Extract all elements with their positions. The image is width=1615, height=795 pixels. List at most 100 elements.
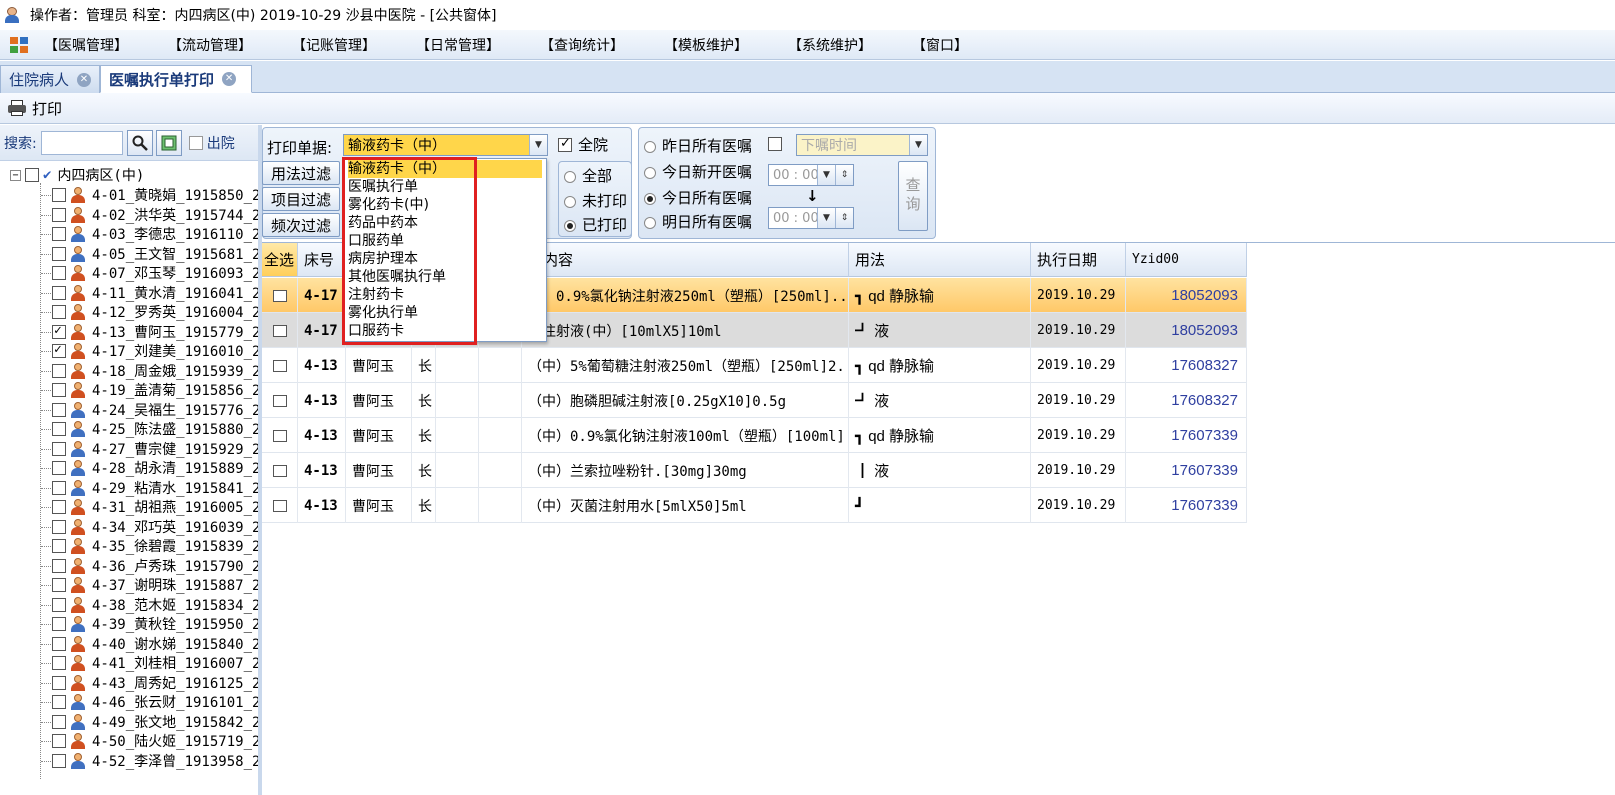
patient-checkbox[interactable] [52,402,66,417]
spin-icon[interactable]: ⇕ [835,208,853,228]
col-select-all[interactable]: 全选 [262,243,298,277]
menu-grid-icon[interactable] [10,36,28,53]
row-select[interactable] [262,453,298,488]
patient-checkbox[interactable] [52,422,66,436]
tree-patient-item[interactable]: 4-50_陆火姬_1915719_20 [52,731,258,751]
chevron-down-icon[interactable]: ▼ [817,165,835,185]
tree-patient-item[interactable]: 4-07_邓玉琴_1916093_20 [52,263,258,283]
table-row[interactable]: 4-13 曹阿玉长 （中）5%葡萄糖注射液250ml（塑瓶）[250ml]2... ┓… [262,348,1247,383]
patient-checkbox[interactable] [52,441,66,456]
tree-patient-item[interactable]: 4-39_黄秋铨_1915950_20 [52,614,258,634]
usage-filter-button[interactable]: 用法过滤 [262,161,340,185]
tree-patient-item[interactable]: 4-28_胡永清_1915889_20 [52,458,258,478]
tree-patient-item[interactable]: 4-03_李德忠_1916110_20 [52,224,258,244]
date-today-new[interactable]: 今日新开医嘱 [644,161,752,182]
tree-patient-item[interactable]: 4-25_陈法盛_1915880_20 [52,419,258,439]
menu-daily[interactable]: 【日常管理】 [416,35,500,55]
table-row[interactable]: 4-13 曹阿玉长 （中）0.9%氯化钠注射液100ml（塑瓶）[100ml]...… [262,418,1247,453]
row-select[interactable] [262,313,298,348]
whole-hospital-checkbox[interactable] [558,136,572,152]
tree-patient-item[interactable]: 4-12_罗秀英_1916004_20 [52,302,258,322]
patient-checkbox[interactable] [52,558,66,573]
tree-patient-item[interactable]: 4-36_卢秀珠_1915790_20 [52,556,258,576]
patient-checkbox[interactable] [52,305,66,319]
chevron-down-icon[interactable]: ▼ [909,135,927,155]
tree-patient-item[interactable]: 4-37_谢明珠_1915887_20 [52,575,258,595]
menu-window[interactable]: 【窗口】 [912,35,968,55]
tree-patient-item[interactable]: 4-52_李泽曾_1913958_20 [52,751,258,771]
tree-patient-item[interactable]: 4-35_徐碧霞_1915839_20 [52,536,258,556]
patient-checkbox[interactable] [52,363,66,378]
menu-accounting[interactable]: 【记账管理】 [292,35,376,55]
patient-checkbox[interactable] [52,383,66,397]
freq-filter-button[interactable]: 频次过滤 [262,213,340,237]
patient-checkbox[interactable] [52,753,66,768]
row-select[interactable] [262,383,298,418]
tree-patient-item[interactable]: 4-40_谢水娣_1915840_20 [52,634,258,654]
date-yesterday[interactable]: 昨日所有医嘱 [644,135,752,156]
col-date[interactable]: 执行日期 [1031,243,1126,277]
patient-checkbox[interactable] [52,695,66,709]
search-button[interactable] [126,129,153,156]
tree-patient-item[interactable]: 4-49_张文地_1915842_20 [52,712,258,732]
col-usage[interactable]: 用法 [849,243,1031,277]
patient-checkbox[interactable] [52,578,66,592]
date-today-all[interactable]: 今日所有医嘱 [644,187,752,208]
patient-checkbox[interactable] [52,636,66,651]
tab-order-print[interactable]: 医嘱执行单打印 ✕ [100,65,252,93]
patient-checkbox[interactable] [52,675,66,690]
patient-checkbox[interactable] [52,461,66,475]
patient-checkbox[interactable] [52,266,66,280]
patient-checkbox[interactable] [52,227,66,241]
time-start-spinner[interactable]: 00 : 00 ▼ ⇕ [768,164,854,186]
patient-checkbox[interactable] [52,342,66,358]
chevron-down-icon[interactable]: ▼ [529,135,547,155]
patient-checkbox[interactable] [52,323,66,339]
table-row[interactable]: 4-13 曹阿玉长 （中）兰索拉唑粉针.[30mg]30mg ┃ 液 2019.10.2… [262,453,1247,488]
tree-patient-item[interactable]: 4-29_粘清水_1915841_20 [52,478,258,498]
search-input[interactable] [40,130,123,155]
order-time-checkbox[interactable] [768,137,782,151]
table-row[interactable]: 4-13 曹阿玉长 （中）灭菌注射用水[5mlX50]5ml ┛ 2019.10.29 1… [262,488,1247,523]
col-content[interactable]: 嘱内容 [522,243,849,277]
tree-patient-item[interactable]: 4-13_曹阿玉_1915779_20 [52,322,258,342]
tree-patient-item[interactable]: 4-41_刘桂相_1916007_20 [52,653,258,673]
row-select[interactable] [262,278,298,313]
tree-patient-item[interactable]: 4-43_周秀妃_1916125_20 [52,673,258,693]
patient-checkbox[interactable] [52,188,66,202]
tree-patient-item[interactable]: 4-01_黄晓娟_1915850_20 [52,185,258,205]
close-icon[interactable]: ✕ [222,72,237,86]
patient-checkbox[interactable] [52,246,66,261]
patient-checkbox[interactable] [52,539,66,553]
status-printed[interactable]: 已打印 [564,214,627,235]
time-end-spinner[interactable]: 00 : 00 ▼ ⇕ [768,207,854,229]
chevron-down-icon[interactable]: ▼ [817,208,835,228]
tree-patient-item[interactable]: 4-31_胡祖燕_1916005_20 [52,497,258,517]
tree-patient-item[interactable]: 4-02_洪华英_1915744_20 [52,205,258,225]
row-select[interactable] [262,488,298,523]
print-basis-select[interactable]: 输液药卡（中） ▼ [343,134,548,156]
table-row[interactable]: 4-13 曹阿玉长 （中）胞磷胆碱注射液[0.25gX10]0.5g ┛ 液 2019.… [262,383,1247,418]
patient-checkbox[interactable] [52,285,66,300]
status-unprinted[interactable]: 未打印 [564,190,627,211]
tree-patient-item[interactable]: 4-38_范木姬_1915834_20 [52,595,258,615]
tree-patient-item[interactable]: 4-05_王文智_1915681_20 [52,244,258,264]
patient-checkbox[interactable] [52,656,66,670]
patient-checkbox[interactable] [52,500,66,514]
refresh-button[interactable] [155,129,182,156]
menu-template[interactable]: 【模板维护】 [664,35,748,55]
tree-patient-item[interactable]: 4-27_曹宗健_1915929_20 [52,439,258,459]
patient-checkbox[interactable] [52,734,66,748]
tree-patient-item[interactable]: 4-34_邓巧英_1916039_20 [52,517,258,537]
close-icon[interactable]: ✕ [77,72,91,87]
patient-checkbox[interactable] [52,714,66,729]
discharge-checkbox[interactable] [188,135,203,150]
patient-checkbox[interactable] [52,597,66,612]
collapse-icon[interactable]: − [10,169,21,181]
patient-checkbox[interactable] [52,207,66,222]
item-filter-button[interactable]: 项目过滤 [262,187,340,211]
tree-patient-item[interactable]: 4-11_黄水清_1916041_20 [52,283,258,303]
menu-system[interactable]: 【系统维护】 [788,35,872,55]
tab-inpatients[interactable]: 住院病人 ✕ [0,65,100,93]
query-button[interactable]: 查询 [898,161,928,231]
